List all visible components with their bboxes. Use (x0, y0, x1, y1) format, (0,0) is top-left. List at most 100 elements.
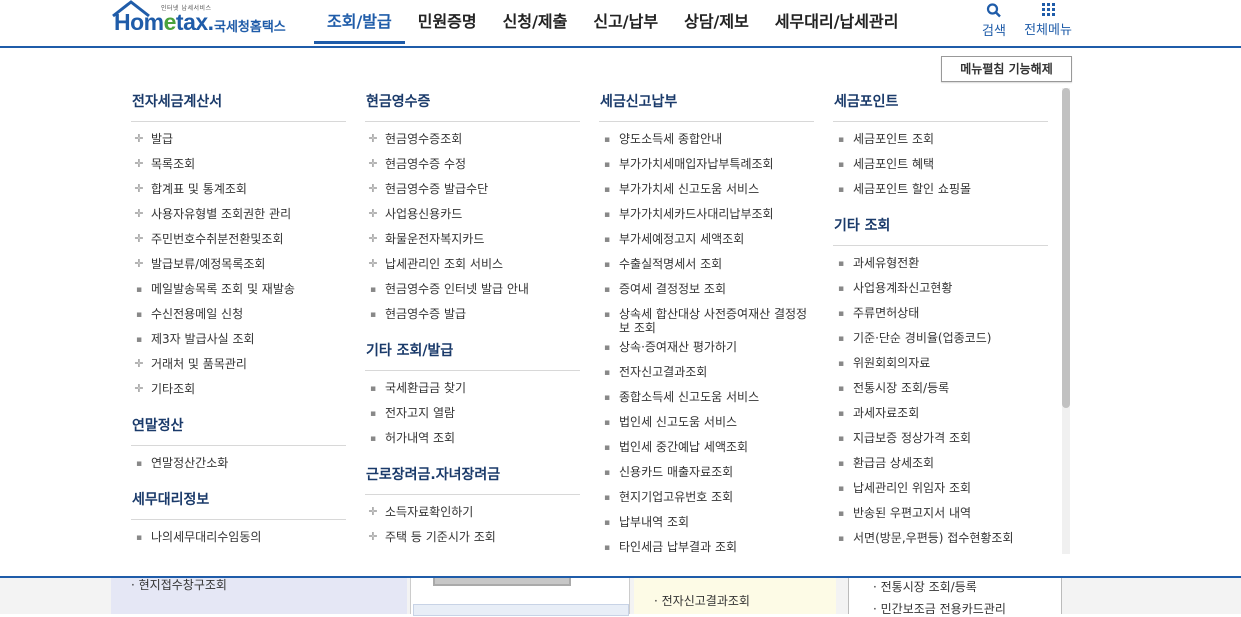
grid-menu-icon (1041, 3, 1055, 16)
menu-item[interactable]: ▪ 환급금 상세조회 (833, 451, 1048, 476)
plus-icon: ✛ (134, 257, 144, 270)
bullet-icon: ▪ (837, 160, 845, 170)
menu-item[interactable]: ✛ 사용자유형별 조회권한 관리 (131, 202, 346, 227)
bullet-icon: ▪ (603, 185, 611, 195)
menu-item[interactable]: ▪ 종합소득세 신고도움 서비스 (599, 385, 814, 410)
menu-item[interactable]: ✛ 현금영수증 수정 (365, 152, 580, 177)
all-menu-label: 전체메뉴 (1024, 23, 1072, 38)
menu-item[interactable]: ▪ 국세환급금 찾기 (365, 376, 580, 401)
menu-item[interactable]: ✛ 현금영수증조회 (365, 127, 580, 152)
menu-item[interactable]: ▪ 제3자 발급사실 조회 (131, 327, 346, 352)
menu-section: 근로장려금.자녀장려금 ✛ 소득자료확인하기 ✛ 주택 등 기준시가 조회 (365, 461, 580, 550)
menu-item[interactable]: ✛ 주민번호수취분전환및조회 (131, 227, 346, 252)
menu-item[interactable]: ✛ 현금영수증 발급수단 (365, 177, 580, 202)
nav-item-2[interactable]: 신청/제출 (490, 0, 581, 44)
menu-item[interactable]: ▪ 세금포인트 혜택 (833, 152, 1048, 177)
nav-item-1[interactable]: 민원증명 (405, 0, 490, 44)
bullet-icon: ▪ (603, 210, 611, 220)
menu-item[interactable]: ▪ 법인세 신고도움 서비스 (599, 410, 814, 435)
menu-item[interactable]: ▪ 상속세 합산대상 사전증여재산 결정정보 조회 (599, 302, 814, 335)
menu-item[interactable]: ▪ 현지기업고유번호 조회 (599, 485, 814, 510)
menu-item[interactable]: ▪ 메일발송목록 조회 및 재발송 (131, 277, 346, 302)
menu-item[interactable]: ▪ 수신전용메일 신청 (131, 302, 346, 327)
menu-item[interactable]: ▪ 타인세금 납부결과 조회 (599, 535, 814, 560)
bg-left-link[interactable]: · 현지접수창구조회 (131, 576, 227, 593)
main-navigation: 조회/발급 민원증명 신청/제출 신고/납부 상담/제보 세무대리/납세관리 (314, 0, 911, 46)
menu-item[interactable]: ✛ 합계표 및 통계조회 (131, 177, 346, 202)
menu-item[interactable]: ✛ 사업용신용카드 (365, 202, 580, 227)
menu-item[interactable]: ▪ 부가세예정고지 세액조회 (599, 227, 814, 252)
menu-item[interactable]: ✛ 화물운전자복지카드 (365, 227, 580, 252)
menu-item[interactable]: ▪ 사업용계좌신고현황 (833, 276, 1048, 301)
bullet-icon: ▪ (135, 335, 143, 345)
menu-item[interactable]: ▪ 전통시장 조회/등록 (833, 376, 1048, 401)
nav-item-0[interactable]: 조회/발급 (314, 0, 405, 44)
menu-item[interactable]: ✛ 기타조회 (131, 377, 346, 402)
menu-item[interactable]: ▪ 법인세 중간예납 세액조회 (599, 435, 814, 460)
menu-item[interactable]: ▪ 납세관리인 위임자 조회 (833, 476, 1048, 501)
nav-item-4[interactable]: 상담/제보 (671, 0, 762, 44)
scrollbar-thumb[interactable] (1062, 88, 1070, 408)
menu-item[interactable]: ▪ 서면(방문,우편등) 접수현황조회 (833, 526, 1048, 551)
menu-item[interactable]: ▪ 현금영수증 발급 (365, 302, 580, 327)
plus-icon: ✛ (134, 232, 144, 245)
menu-item[interactable]: ▪ 신용카드 매출자료조회 (599, 460, 814, 485)
menu-item-label: 서면(방문,우편등) 접수현황조회 (853, 531, 1014, 545)
menu-item-label: 현지기업고유번호 조회 (619, 490, 734, 504)
menu-item[interactable]: ▪ 주류면허상태 (833, 301, 1048, 326)
search-button[interactable]: 검색 (980, 2, 1008, 39)
menu-item[interactable]: ▪ 상속·증여재산 평가하기 (599, 335, 814, 360)
menu-item[interactable]: ▪ 연말정산간소화 (131, 451, 346, 476)
menu-item[interactable]: ▪ 과세자료조회 (833, 401, 1048, 426)
menu-item[interactable]: ▪ 부가가치세매입자납부특례조회 (599, 152, 814, 177)
menu-item[interactable]: ▪ 기준·단순 경비율(업종코드) (833, 326, 1048, 351)
plus-icon: ✛ (368, 182, 378, 195)
menu-item[interactable]: ▪ 허가내역 조회 (365, 426, 580, 451)
menu-item-label: 세금포인트 혜택 (853, 157, 935, 171)
menu-item[interactable]: ▪ 증여세 결정정보 조회 (599, 277, 814, 302)
bullet-icon: ▪ (603, 468, 611, 478)
bg-right-link-2[interactable]: · 민간보조금 전용카드관리 (873, 600, 1006, 617)
menu-item[interactable]: ▪ 반송된 우편고지서 내역 (833, 501, 1048, 526)
bg-right-link-1[interactable]: · 전통시장 조회/등록 (873, 578, 977, 595)
menu-list: ▪ 세금포인트 조회 ▪ 세금포인트 혜택 ▪ 세금포인트 할인 쇼핑몰 (833, 127, 1048, 202)
hometax-logo[interactable]: 인터넷 납세서비스 Hometax. 국세청홈택스 (111, 0, 296, 40)
menu-item[interactable]: ✛ 주택 등 기준시가 조회 (365, 525, 580, 550)
menu-item[interactable]: ✛ 거래처 및 품목관리 (131, 352, 346, 377)
all-menu-button[interactable]: 전체메뉴 (1020, 2, 1076, 38)
menu-item[interactable]: ▪ 수출실적명세서 조회 (599, 252, 814, 277)
bullet-icon: ▪ (837, 135, 845, 145)
bullet-icon: ▪ (603, 135, 611, 145)
site-header: 인터넷 납세서비스 Hometax. 국세청홈택스 조회/발급 민원증명 신청/제출… (0, 0, 1241, 48)
menu-item-label: 상속·증여재산 평가하기 (619, 340, 738, 354)
menu-item[interactable]: ▪ 양도소득세 종합안내 (599, 127, 814, 152)
menu-item[interactable]: ✛ 발급 (131, 127, 346, 152)
menu-item[interactable]: ▪ 납부내역 조회 (599, 510, 814, 535)
menu-item[interactable]: ▪ 부가가치세카드사대리납부조회 (599, 202, 814, 227)
menu-item[interactable]: ✛ 납세관리인 조회 서비스 (365, 252, 580, 277)
bullet-icon: ▪ (837, 484, 845, 494)
menu-item[interactable]: ▪ 지급보증 정상가격 조회 (833, 426, 1048, 451)
menu-item[interactable]: ✛ 소득자료확인하기 (365, 500, 580, 525)
menu-item[interactable]: ▪ 세금포인트 할인 쇼핑몰 (833, 177, 1048, 202)
menu-item[interactable]: ▪ 과세유형전환 (833, 251, 1048, 276)
bullet-icon: ▪ (603, 260, 611, 270)
menu-expand-lock-button[interactable]: 메뉴펼침 기능해제 (941, 56, 1072, 82)
menu-item[interactable]: ✛ 목록조회 (131, 152, 346, 177)
menu-item[interactable]: ▪ 나의세무대리수임동의 (131, 525, 346, 550)
nav-item-5[interactable]: 세무대리/납세관리 (762, 0, 912, 44)
menu-item-label: 메일발송목록 조회 및 재발송 (151, 282, 295, 296)
menu-item[interactable]: ▪ 부가가치세 신고도움 서비스 (599, 177, 814, 202)
nav-item-3[interactable]: 신고/납부 (580, 0, 671, 44)
bg-center-link[interactable]: · 전자신고결과조회 (654, 592, 750, 609)
menu-item[interactable]: ▪ 전자고지 열람 (365, 401, 580, 426)
menu-item[interactable]: ▪ 전자신고결과조회 (599, 360, 814, 385)
menu-item[interactable]: ▪ 세금포인트 조회 (833, 127, 1048, 152)
bullet-icon: ▪ (603, 285, 611, 295)
menu-item[interactable]: ▪ 현금영수증 인터넷 발급 안내 (365, 277, 580, 302)
menu-item[interactable]: ✛ 발급보류/예정목록조회 (131, 252, 346, 277)
menu-column-3: 세금포인트 ▪ 세금포인트 조회 ▪ 세금포인트 혜택 ▪ 세금포인트 할인 쇼핑몰 기타 조… (833, 88, 1048, 551)
menu-list: ▪ 국세환급금 찾기 ▪ 전자고지 열람 ▪ 허가내역 조회 (365, 376, 580, 451)
bullet-icon: ▪ (369, 409, 377, 419)
menu-item[interactable]: ▪ 위원회회의자료 (833, 351, 1048, 376)
